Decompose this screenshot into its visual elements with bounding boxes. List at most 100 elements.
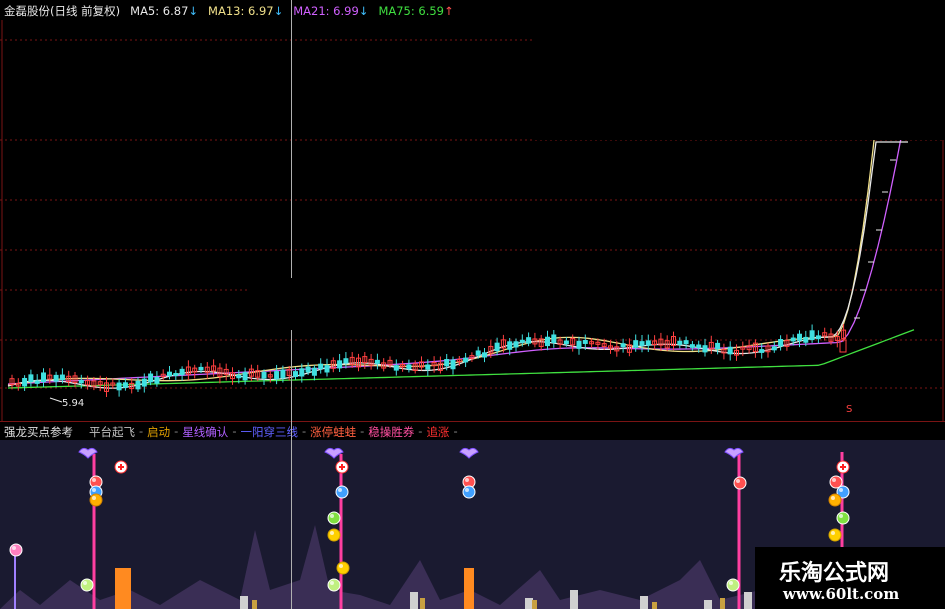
signal-ball-icon[interactable] <box>89 493 103 507</box>
plus-icon[interactable] <box>114 460 128 474</box>
signal-legend-dash: - <box>453 424 458 438</box>
platform-bar <box>744 592 752 609</box>
candle-body <box>116 382 122 391</box>
candle-body <box>53 374 59 382</box>
candle-body <box>198 366 204 371</box>
candle-body <box>513 341 519 348</box>
panel-divider[interactable] <box>0 421 945 422</box>
candle-body <box>337 360 343 369</box>
signal-ball-icon[interactable] <box>80 578 94 592</box>
candle-body <box>122 382 128 388</box>
ma5-line <box>7 141 908 389</box>
plus-icon[interactable] <box>335 460 349 474</box>
ma21-readout: MA21: 6.99↓ <box>293 4 368 18</box>
ma5-label: MA5: 6.87 <box>130 4 189 18</box>
signal-ball-icon[interactable] <box>327 528 341 542</box>
signal-ball-icon[interactable] <box>828 493 842 507</box>
candle-body <box>702 345 708 353</box>
candle-body <box>28 374 34 383</box>
up-arrow-icon: ↑ <box>444 4 454 18</box>
candle-body <box>406 364 412 370</box>
signal-legend-item: 一阳穿三线 <box>240 425 298 439</box>
candle-body <box>324 365 330 373</box>
signal-legend-item: 平台起飞 <box>89 425 135 439</box>
candle-body <box>293 371 298 377</box>
candle-body <box>771 346 777 351</box>
candle-body <box>620 343 626 348</box>
candle-body <box>696 344 702 349</box>
signal-icons <box>9 447 850 592</box>
down-arrow-icon: ↓ <box>273 4 284 18</box>
candle-body <box>582 340 588 344</box>
candle-body <box>519 339 525 343</box>
plus-icon[interactable] <box>836 460 850 474</box>
down-arrow-icon: ↓ <box>358 4 369 18</box>
blacked-out-region <box>534 0 945 140</box>
platform-bar <box>410 592 418 609</box>
candle-body <box>167 371 172 377</box>
indicator-header: 强龙买点参考 平台起飞 - 启动 - 星线确认 - 一阳穿三线 - 涨停蛙蛙 - 稳操胜券 - 追涨 - <box>4 424 458 440</box>
signal-ball-icon[interactable] <box>836 511 850 525</box>
candle-body <box>299 368 305 377</box>
platform-bar <box>532 600 537 609</box>
candle-body <box>59 374 65 381</box>
candle-body <box>274 371 280 380</box>
bat-icon[interactable] <box>459 447 479 459</box>
chart-header: 金磊股份(日线 前复权) MA5: 6.87↓ MA13: 6.97↓ MA21… <box>4 3 454 19</box>
candle-body <box>526 337 532 344</box>
ma75-readout: MA75: 6.59↑ <box>378 4 453 18</box>
sell-marker: S <box>846 404 852 415</box>
candle-body <box>639 341 645 346</box>
candle-body <box>815 335 821 340</box>
low-price-label: 5.94 <box>62 398 84 409</box>
signal-legend-item: 追涨 <box>426 425 450 439</box>
signal-ball-icon[interactable] <box>336 561 350 575</box>
signal-ball-icon[interactable] <box>462 485 476 499</box>
signal-legend-dash: - <box>360 424 365 438</box>
platform-bar <box>240 596 248 609</box>
signal-ball-icon[interactable] <box>726 578 740 592</box>
launch-bar <box>464 568 474 609</box>
signal-ball-icon[interactable] <box>733 476 747 490</box>
signal-ball-icon[interactable] <box>9 543 23 557</box>
candle-body <box>576 340 582 349</box>
candle-body <box>507 341 513 350</box>
candle-body <box>778 339 784 347</box>
down-arrow-icon: ↓ <box>188 4 199 18</box>
launch-bar <box>115 568 131 609</box>
low-price-pointer <box>49 397 63 403</box>
candle-body <box>154 376 160 384</box>
signal-legend-item: 启动 <box>147 425 171 439</box>
signal-legend-dash: - <box>139 424 144 438</box>
stock-title: 金磊股份(日线 前复权) <box>4 4 121 18</box>
candle-body <box>803 336 809 343</box>
signal-legend-dash: - <box>301 424 307 438</box>
candle-body <box>759 349 765 353</box>
signal-ball-icon[interactable] <box>327 578 341 592</box>
signal-ball-icon[interactable] <box>828 528 842 542</box>
signal-ball-icon[interactable] <box>327 511 341 525</box>
candle-body <box>463 357 469 363</box>
candle-body <box>545 336 550 347</box>
candle-body <box>242 372 248 381</box>
candle-body <box>809 330 815 341</box>
candle-body <box>41 372 46 383</box>
platform-bar <box>640 596 648 609</box>
candle-body <box>551 334 557 344</box>
ma21-label: MA21: 6.99 <box>293 4 359 18</box>
candle-body <box>727 346 733 355</box>
watermark-title: 乐淘公式网 <box>779 561 890 586</box>
candle-body <box>148 373 154 383</box>
candle-body <box>797 333 802 341</box>
candle-body <box>677 340 683 345</box>
candle-body <box>179 368 185 376</box>
stock-chart-window: { "header": { "title": "金磊股份(日线 前复权)", "… <box>0 0 945 609</box>
candle-body <box>790 337 796 342</box>
candle-body <box>645 340 651 346</box>
platform-bar <box>720 598 725 609</box>
signal-legend-item: 稳操胜券 <box>368 425 415 439</box>
candle-body <box>563 340 569 345</box>
candle-body <box>683 340 689 345</box>
signal-ball-icon[interactable] <box>335 485 349 499</box>
watermark: 乐淘公式网 www.60lt.com <box>755 547 945 609</box>
